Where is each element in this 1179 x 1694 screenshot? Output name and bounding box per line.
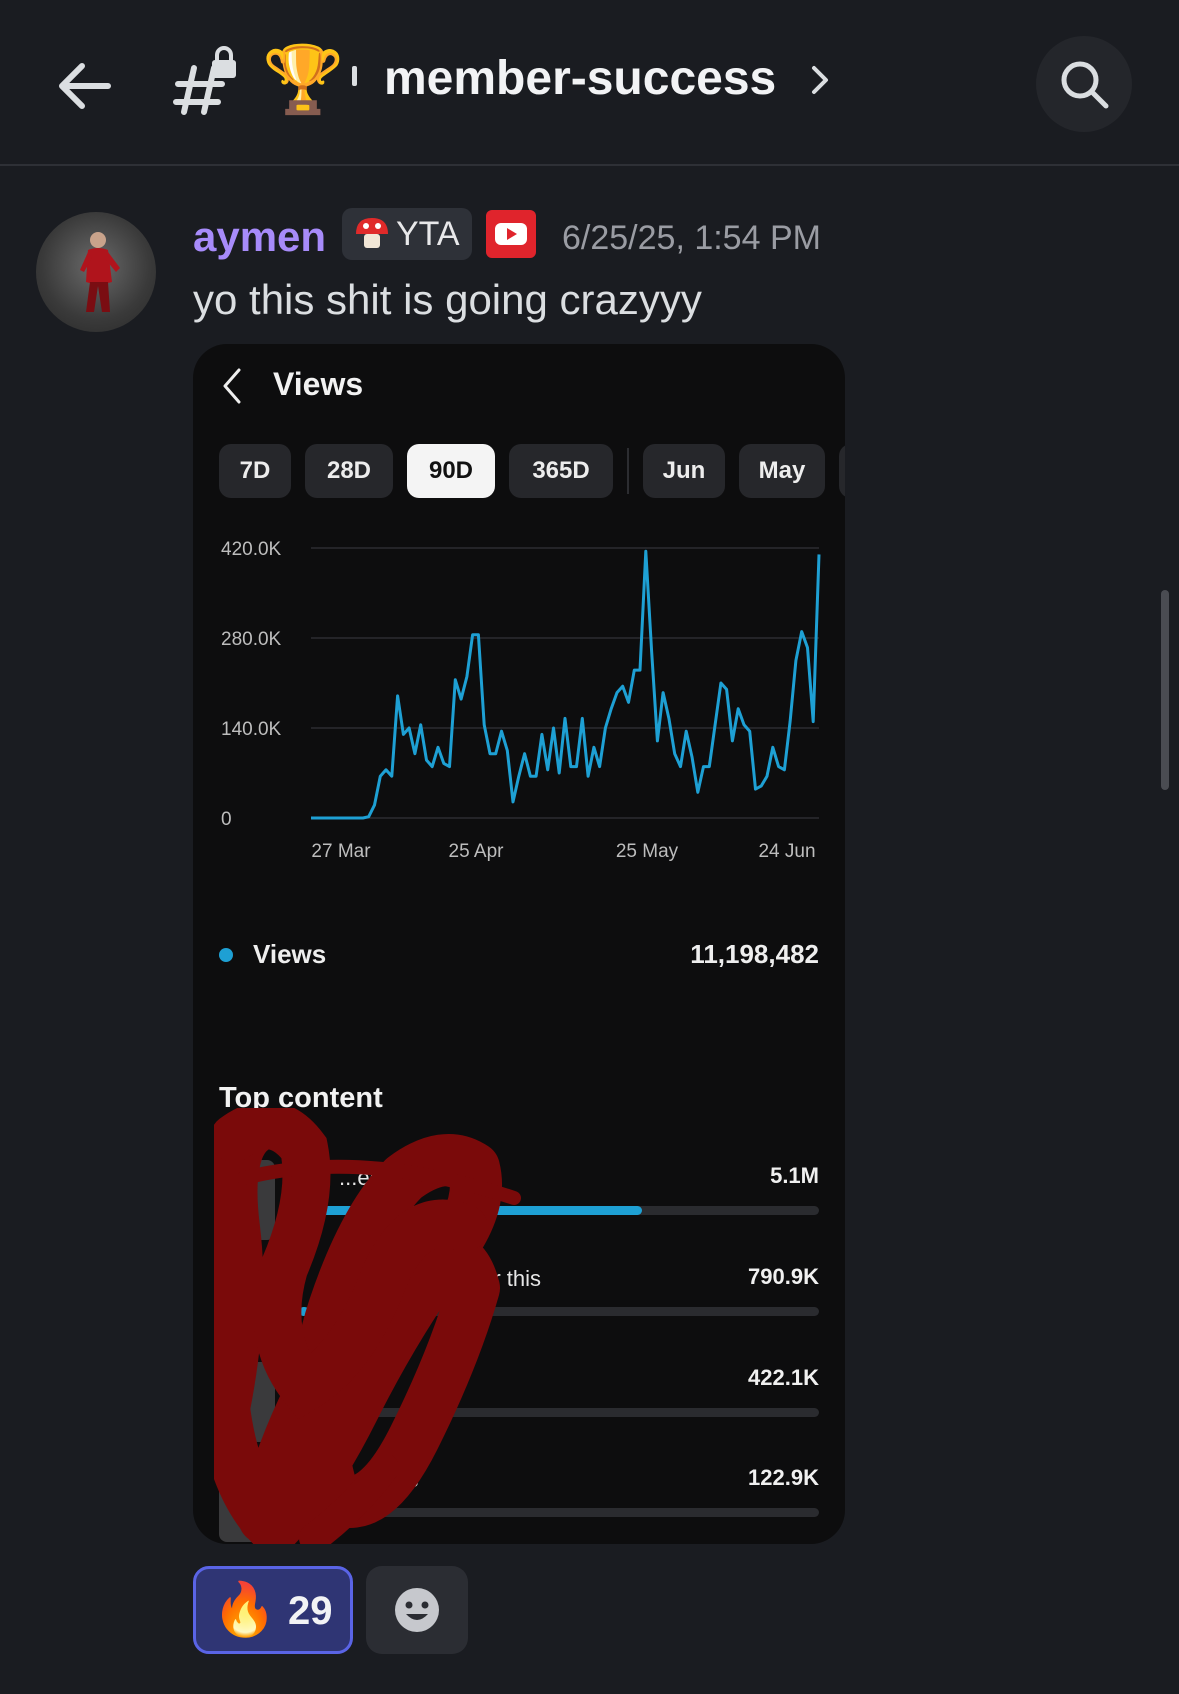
x-tick-label: 25 May: [616, 841, 679, 862]
locked-hash-icon: [172, 46, 242, 116]
chip-divider: [627, 448, 629, 494]
reaction-fire[interactable]: 🔥 29: [193, 1566, 353, 1654]
y-tick-label: 280.0K: [221, 629, 282, 650]
row-value: 122.9K: [748, 1465, 819, 1490]
legend-dot: [219, 948, 233, 962]
message-text: yo this shit is going crazyyy: [193, 276, 702, 323]
fire-emoji: 🔥: [212, 1580, 277, 1640]
total-views: 11,198,482: [690, 939, 819, 969]
y-tick-label: 420.0K: [221, 539, 282, 560]
scrollbar[interactable]: [1161, 590, 1169, 790]
redaction-scribble: [214, 1108, 521, 1544]
period-chip-active: 90D: [407, 444, 495, 498]
x-tick-label: 27 Mar: [311, 841, 371, 862]
views-series-line: [311, 549, 821, 820]
period-chip: 365D: [509, 444, 613, 498]
period-chip: Jun: [643, 444, 725, 498]
add-reaction-button[interactable]: [366, 1566, 468, 1654]
mushroom-icon: [356, 218, 388, 248]
period-chip-partial: [839, 444, 845, 498]
period-chip: 28D: [305, 444, 393, 498]
arrow-left-icon[interactable]: [52, 54, 116, 118]
period-chip: May: [739, 444, 825, 498]
timestamp: 6/25/25, 1:54 PM: [562, 219, 821, 257]
x-tick-label: 24 Jun: [758, 841, 815, 862]
search-icon: [1061, 61, 1109, 109]
row-value: 422.1K: [748, 1365, 819, 1390]
chevron-left-icon: [219, 366, 245, 406]
views-line-chart: 0 140.0K 280.0K 420.0K 27 Mar 25 Apr 25 May 24 …: [221, 539, 821, 862]
reaction-count: 29: [288, 1589, 333, 1633]
channel-header: 🏆 member-success: [0, 0, 1179, 166]
youtube-icon: [486, 210, 536, 258]
row-value: 5.1M: [770, 1163, 819, 1188]
legend-label: Views: [253, 939, 327, 969]
period-chip: 7D: [219, 444, 291, 498]
x-tick-label: 25 Apr: [449, 841, 505, 862]
chevron-right-icon[interactable]: [808, 62, 832, 98]
y-tick-label: 0: [221, 809, 232, 830]
row-value: 790.9K: [748, 1264, 819, 1289]
search-button[interactable]: [1036, 36, 1132, 132]
card-title: Views: [273, 366, 364, 402]
channel-name[interactable]: member-success: [384, 50, 776, 108]
username[interactable]: aymen: [193, 212, 326, 262]
separator: [352, 66, 357, 86]
y-tick-label: 140.0K: [221, 719, 282, 740]
smiley-add-reaction-icon: [395, 1588, 439, 1632]
server-tag[interactable]: YTA: [342, 208, 472, 260]
avatar[interactable]: [36, 212, 156, 332]
tag-label: YTA: [396, 215, 460, 253]
trophy-emoji: 🏆: [262, 41, 345, 118]
